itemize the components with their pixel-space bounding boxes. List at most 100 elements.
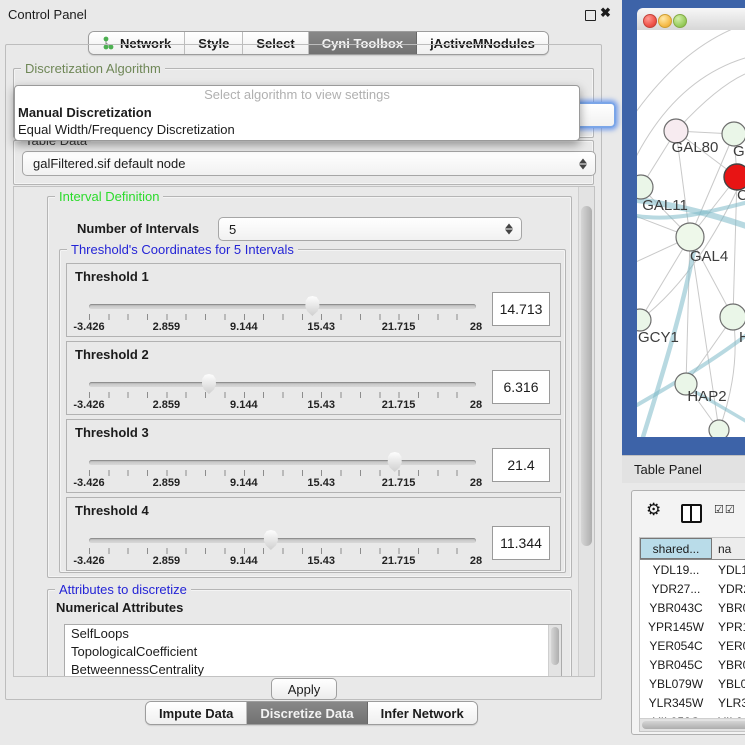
network-node[interactable] xyxy=(637,175,653,199)
tick-label: 2.859 xyxy=(153,477,181,489)
slider-thumb[interactable] xyxy=(304,296,320,316)
slider-thumb[interactable] xyxy=(387,452,403,472)
table-row[interactable]: YDL19... YDL1 xyxy=(640,560,745,579)
apply-button[interactable]: Apply xyxy=(271,678,337,700)
algorithm-option-manual[interactable]: Manual Discretization xyxy=(15,104,579,121)
tab-infer-network[interactable]: Infer Network xyxy=(368,702,477,724)
tick-label: -3.426 xyxy=(73,477,104,489)
numerical-attributes-list[interactable]: SelfLoops TopologicalCoefficient Between… xyxy=(64,624,562,677)
settings-scrollbar-thumb[interactable] xyxy=(581,206,592,546)
threshold-panel: Threshold 3 -3.4262.8599.14415.4321.7152… xyxy=(66,419,561,493)
table-panel: ⚙ ☑☑ shared... na YDL19... YDL1 YDR27...… xyxy=(631,490,745,735)
network-window: GAL80GCGAL11GAL4GCY1HHAP2 xyxy=(637,8,745,437)
tick-label: 2.859 xyxy=(153,555,181,567)
table-row[interactable]: YBL079W YBL0 xyxy=(640,674,745,693)
table-row[interactable]: YPR145W YPR1 xyxy=(640,617,745,636)
threshold-slider[interactable]: -3.4262.8599.14415.4321.71528 xyxy=(89,452,476,490)
slider-track[interactable] xyxy=(89,382,476,387)
threshold-value-field[interactable]: 21.4 xyxy=(492,448,550,482)
tick-label: 9.144 xyxy=(230,555,258,567)
close-panel-icon[interactable]: ✖ xyxy=(600,5,611,21)
algorithm-popup: Select algorithm to view settings Manual… xyxy=(14,85,580,141)
columns-icon[interactable] xyxy=(681,504,702,523)
tab-impute-data[interactable]: Impute Data xyxy=(146,702,247,724)
node-label: GAL11 xyxy=(642,197,688,214)
attributes-scrollbar[interactable] xyxy=(548,625,561,677)
node-label: GAL4 xyxy=(690,248,728,265)
minimize-window-icon[interactable] xyxy=(658,14,672,28)
tab-discretize-data[interactable]: Discretize Data xyxy=(247,702,367,724)
slider-thumb[interactable] xyxy=(263,530,279,550)
algorithm-option-equal-width[interactable]: Equal Width/Frequency Discretization xyxy=(15,121,579,138)
attributes-items: SelfLoops TopologicalCoefficient Between… xyxy=(65,625,561,677)
column-header-shared-name[interactable]: shared... xyxy=(640,538,712,559)
bottom-tab-strip: Impute Data Discretize Data Infer Networ… xyxy=(145,701,478,725)
tick-label: 2.859 xyxy=(153,321,181,333)
slider-track[interactable] xyxy=(89,460,476,465)
network-canvas[interactable]: GAL80GCGAL11GAL4GCY1HHAP2 xyxy=(637,30,745,437)
tick-label: 21.715 xyxy=(382,321,416,333)
threshold-slider[interactable]: -3.4262.8599.14415.4321.71528 xyxy=(89,530,476,568)
list-item[interactable]: BetweennessCentrality xyxy=(65,661,561,677)
slider-track[interactable] xyxy=(89,538,476,543)
table-data-combo-value: galFiltered.sif default node xyxy=(33,156,185,171)
node-label: GAL80 xyxy=(672,139,719,156)
tick-label: 28 xyxy=(470,555,482,567)
num-intervals-value: 5 xyxy=(229,222,236,237)
threshold-value-field[interactable]: 11.344 xyxy=(492,526,550,560)
network-node[interactable] xyxy=(676,223,704,251)
column-header-name[interactable]: na xyxy=(712,538,745,559)
tick-label: 28 xyxy=(470,477,482,489)
table-row[interactable]: YLR345W YLR3 xyxy=(640,693,745,712)
slider-track[interactable] xyxy=(89,304,476,309)
table-panel-titlebar: Table Panel xyxy=(622,455,745,483)
network-node[interactable] xyxy=(720,304,745,330)
node-table[interactable]: shared... na YDL19... YDL1 YDR27... YDR2… xyxy=(639,537,745,732)
table-data-combo[interactable]: galFiltered.sif default node xyxy=(22,151,596,176)
interval-definition-title: Interval Definition xyxy=(55,189,163,204)
threshold-panel: Threshold 4 -3.4262.8599.14415.4321.7152… xyxy=(66,497,561,571)
settings-scrollpane: Interval Definition Number of Intervals … xyxy=(13,186,595,677)
network-window-titlebar[interactable] xyxy=(637,8,745,31)
threshold-value-field[interactable]: 14.713 xyxy=(492,292,550,326)
attributes-scrollbar-thumb[interactable] xyxy=(551,627,559,665)
close-window-icon[interactable] xyxy=(643,14,657,28)
node-label: G xyxy=(733,143,745,160)
threshold-slider[interactable]: -3.4262.8599.14415.4321.71528 xyxy=(89,296,476,334)
gear-icon[interactable]: ⚙ xyxy=(646,500,661,520)
settings-scrollbar[interactable] xyxy=(578,187,594,676)
list-item[interactable]: TopologicalCoefficient xyxy=(65,643,561,661)
table-row[interactable]: YER054C YER0 xyxy=(640,636,745,655)
tick-label: 28 xyxy=(470,399,482,411)
tick-label: 9.144 xyxy=(230,321,258,333)
threshold-value-field[interactable]: 6.316 xyxy=(492,370,550,404)
table-row[interactable]: YBR045C YBR0 xyxy=(640,655,745,674)
stepper-icon xyxy=(579,157,588,170)
threshold-label: Threshold 4 xyxy=(75,503,149,518)
zoom-window-icon[interactable] xyxy=(673,14,687,28)
slider-tick-labels: -3.4262.8599.14415.4321.71528 xyxy=(89,477,476,489)
slider-tick-labels: -3.4262.8599.14415.4321.71528 xyxy=(89,399,476,411)
table-rows: YDL19... YDL1 YDR27... YDR2 YBR043C YBR0… xyxy=(640,560,745,731)
list-item[interactable]: SelfLoops xyxy=(65,625,561,643)
table-hscrollbar-thumb[interactable] xyxy=(642,721,745,729)
num-intervals-combo[interactable]: 5 xyxy=(218,217,522,241)
node-label: C xyxy=(737,187,745,204)
node-label: H xyxy=(739,329,745,346)
table-row[interactable]: YDR27... YDR2 xyxy=(640,579,745,598)
select-columns-icon[interactable]: ☑☑ xyxy=(714,503,736,516)
slider-ticks xyxy=(89,392,476,398)
tick-label: 15.43 xyxy=(307,321,335,333)
attributes-box-title: Attributes to discretize xyxy=(55,582,191,597)
network-node[interactable] xyxy=(709,420,729,437)
threshold-slider[interactable]: -3.4262.8599.14415.4321.71528 xyxy=(89,374,476,412)
slider-thumb[interactable] xyxy=(201,374,217,394)
table-row[interactable]: YBR043C YBR0 xyxy=(640,598,745,617)
tick-label: 15.43 xyxy=(307,477,335,489)
numerical-attributes-label: Numerical Attributes xyxy=(56,600,183,615)
node-label: GCY1 xyxy=(638,329,679,346)
tick-label: 21.715 xyxy=(382,399,416,411)
table-hscrollbar[interactable] xyxy=(640,718,745,731)
float-panel-icon[interactable] xyxy=(585,10,596,21)
tick-label: -3.426 xyxy=(73,399,104,411)
